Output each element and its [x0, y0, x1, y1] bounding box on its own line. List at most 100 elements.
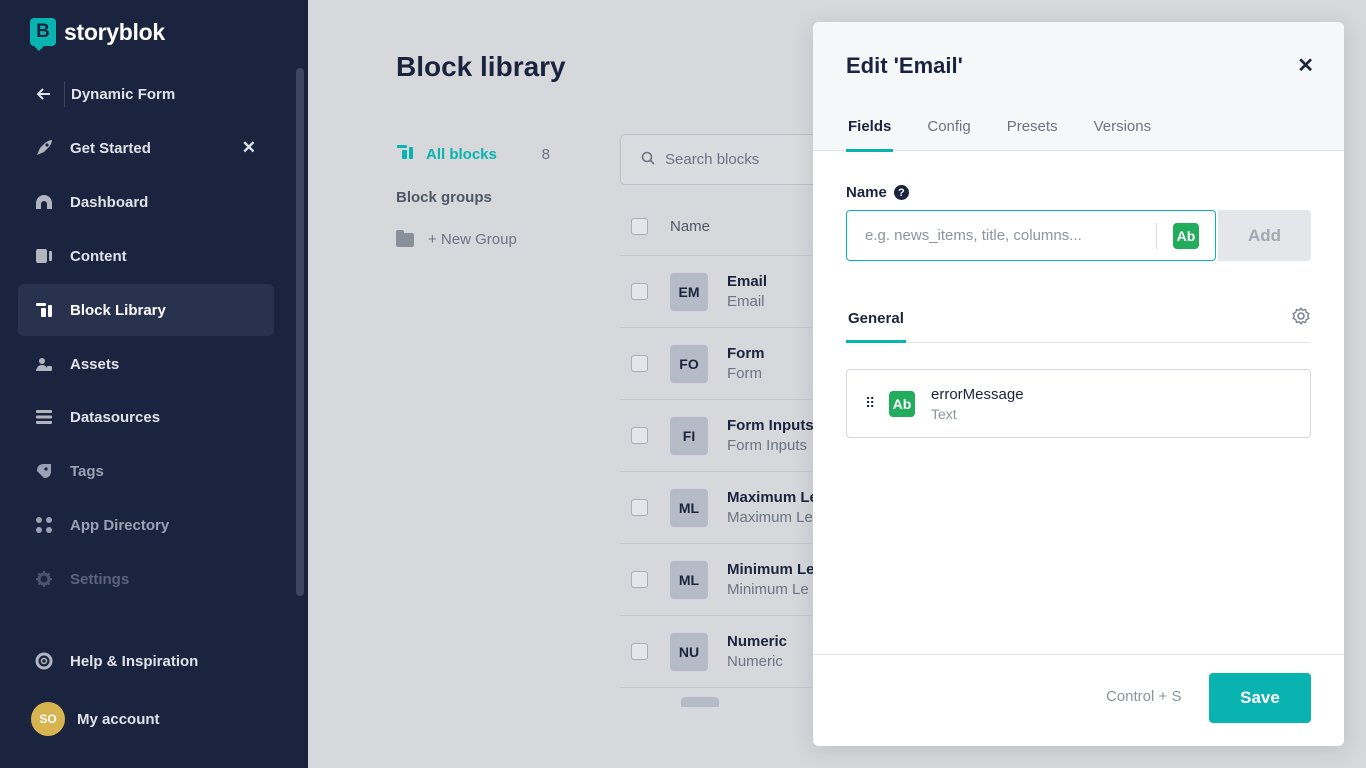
field-item-type: Text: [931, 405, 957, 422]
table-row[interactable]: FO Form Form: [620, 327, 820, 399]
tab-versions[interactable]: Versions: [1092, 118, 1154, 152]
drag-handle-icon[interactable]: ⠿: [865, 395, 879, 412]
logo-text: storyblok: [64, 18, 165, 45]
sidebar-item-datasources[interactable]: Datasources: [18, 391, 274, 443]
sidebar-item-label: Settings: [70, 570, 130, 588]
row-checkbox[interactable]: [631, 571, 648, 588]
block-technical-name: Email: [727, 293, 765, 310]
row-checkbox[interactable]: [631, 499, 648, 516]
table-row[interactable]: FI Form Inputs Form Inputs: [620, 399, 820, 471]
assets-icon: [34, 354, 54, 374]
field-name-label: Name ?: [846, 184, 909, 201]
content-icon: [34, 246, 54, 266]
rocket-icon: [34, 138, 54, 158]
modal-tabs: Fields Config Presets Versions: [846, 118, 1185, 152]
tab-fields[interactable]: Fields: [846, 118, 894, 152]
field-type-selector[interactable]: Ab: [1173, 222, 1199, 249]
row-checkbox[interactable]: [631, 283, 648, 300]
block-title: Form Inputs: [727, 417, 814, 434]
table-row[interactable]: ML Minimum Le Minimum Le: [620, 543, 820, 615]
block-technical-name: Numeric: [727, 653, 783, 670]
block-technical-name: Maximum Le: [727, 509, 813, 526]
lifebuoy-icon: [34, 651, 54, 671]
account-label: My account: [77, 710, 160, 728]
folder-icon: [396, 229, 414, 247]
block-badge: ML: [670, 488, 708, 527]
block-badge: NU: [670, 632, 708, 671]
block-groups-heading: Block groups: [396, 189, 492, 206]
sidebar-item-label: Datasources: [70, 408, 161, 426]
block-library-icon: [34, 300, 54, 320]
add-field-button[interactable]: Add: [1218, 210, 1311, 261]
sidebar-item-label: Content: [70, 247, 127, 265]
apps-icon: [34, 515, 54, 535]
block-badge: FI: [670, 416, 708, 455]
table-row[interactable]: NU Numeric Numeric: [620, 615, 820, 687]
tag-icon: [34, 461, 54, 481]
block-technical-name: Form Inputs: [727, 437, 808, 454]
select-all-checkbox[interactable]: [631, 218, 648, 235]
sidebar-item-label: Get Started: [70, 139, 151, 157]
sidebar-item-assets[interactable]: Assets: [18, 338, 274, 390]
my-account-link[interactable]: SO My account: [18, 693, 274, 745]
sidebar-item-content[interactable]: Content: [18, 230, 274, 282]
sidebar-item-label: Assets: [70, 355, 120, 373]
page-title: Block library: [396, 51, 566, 82]
sidebar-item-app-directory[interactable]: App Directory: [18, 499, 274, 551]
block-badge: ML: [670, 560, 708, 599]
help-icon[interactable]: ?: [893, 185, 909, 200]
field-item-name: errorMessage: [931, 385, 1024, 403]
sidebar-scrollbar[interactable]: [296, 68, 304, 596]
save-button[interactable]: Save: [1209, 673, 1311, 723]
logo-mark-icon: B: [30, 18, 56, 51]
all-blocks-filter[interactable]: All blocks 8: [396, 144, 550, 165]
sidebar-item-settings[interactable]: Settings: [18, 553, 274, 605]
gear-icon[interactable]: [1291, 306, 1311, 331]
new-group-label: + New Group: [428, 231, 517, 248]
row-checkbox[interactable]: [631, 643, 648, 660]
table-row[interactable]: [620, 687, 820, 707]
help-inspiration-link[interactable]: Help & Inspiration: [18, 635, 274, 687]
tab-general[interactable]: General: [846, 310, 906, 343]
sidebar-item-label: Tags: [70, 462, 104, 480]
sidebar-item-dashboard[interactable]: Dashboard: [18, 176, 274, 228]
field-item[interactable]: ⠿ Ab errorMessage Text: [846, 369, 1311, 438]
edit-block-modal: Edit 'Email' ✕ Fields Config Presets Ver…: [813, 22, 1344, 746]
table-row[interactable]: EM Email Email: [620, 255, 820, 327]
column-header-name[interactable]: Name: [670, 218, 710, 235]
close-icon[interactable]: ✕: [242, 138, 256, 158]
block-title: Numeric: [727, 633, 788, 650]
block-library-icon: [396, 144, 414, 165]
block-title: Email: [727, 273, 768, 290]
row-checkbox[interactable]: [631, 427, 648, 444]
all-blocks-label: All blocks: [426, 146, 497, 163]
table-row[interactable]: ML Maximum Le Maximum Le: [620, 471, 820, 543]
block-technical-name: Form: [727, 365, 762, 382]
divider: [1156, 222, 1157, 249]
block-technical-name: Minimum Le: [727, 581, 809, 598]
block-title: Maximum Le: [727, 489, 818, 506]
dashboard-icon: [34, 192, 54, 212]
space-name: Dynamic Form: [71, 85, 176, 103]
block-title: Minimum Le: [727, 561, 815, 578]
tab-presets[interactable]: Presets: [1005, 118, 1060, 152]
tab-config[interactable]: Config: [925, 118, 972, 152]
field-name-input[interactable]: [847, 211, 1156, 260]
back-to-space[interactable]: Dynamic Form: [18, 68, 274, 120]
close-icon[interactable]: ✕: [1297, 53, 1314, 78]
modal-title: Edit 'Email': [846, 53, 963, 78]
sidebar-item-label: App Directory: [70, 516, 170, 534]
new-group-button[interactable]: + New Group: [396, 229, 517, 248]
row-checkbox[interactable]: [631, 355, 648, 372]
sidebar-item-get-started[interactable]: Get Started ✕: [18, 122, 274, 174]
modal-footer: Control + S Save: [813, 654, 1344, 746]
sidebar-item-tags[interactable]: Tags: [18, 445, 274, 497]
section-tabs: General: [846, 307, 1311, 343]
gear-icon: [34, 569, 54, 589]
sidebar-item-block-library[interactable]: Block Library: [18, 284, 274, 336]
divider: [64, 81, 65, 107]
field-name-input-wrapper: Ab: [846, 210, 1216, 261]
name-label-text: Name: [846, 184, 887, 201]
storyblok-logo[interactable]: B storyblok: [30, 18, 165, 51]
save-shortcut-hint: Control + S: [1106, 688, 1182, 705]
